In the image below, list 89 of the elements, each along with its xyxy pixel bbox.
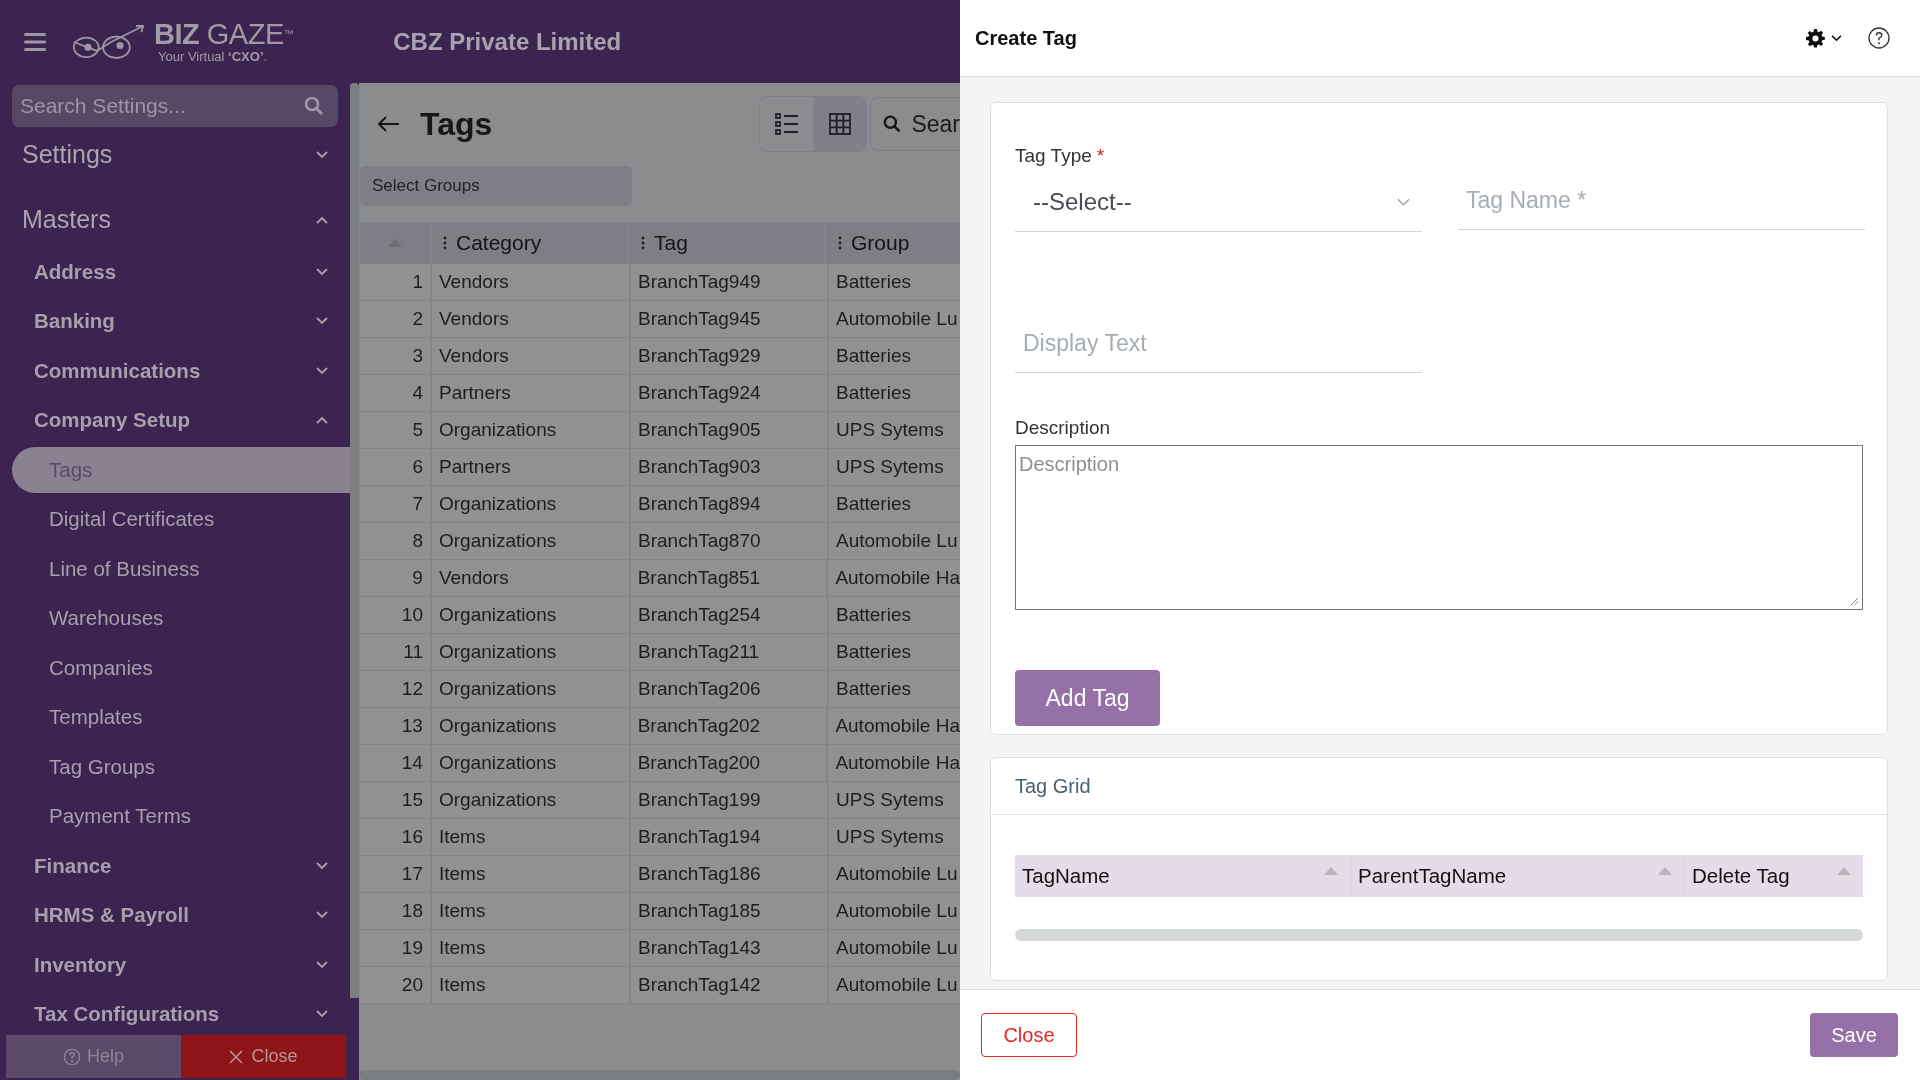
select-groups-field[interactable]: Select Groups (360, 166, 632, 206)
sidebar-section[interactable]: Settings (0, 127, 350, 182)
sidebar-item[interactable]: Warehouses (0, 593, 350, 643)
chevron-down-icon (316, 366, 328, 375)
row-number: 7 (411, 492, 424, 516)
settings-icon (1806, 28, 1825, 48)
row-number: 8 (411, 529, 424, 553)
sidebar-group[interactable]: Communications (0, 346, 350, 396)
row-number: 5 (411, 418, 424, 442)
drag-handle-icon[interactable] (838, 236, 842, 250)
search-field[interactable]: Search Settings... (12, 85, 338, 127)
drag-handle-icon[interactable] (443, 236, 447, 250)
chevron-down-icon (316, 861, 328, 870)
row-number: 20 (400, 973, 424, 997)
sidebar-group[interactable]: Banking (0, 296, 350, 346)
back-arrow-icon[interactable] (378, 116, 400, 132)
brand-name: BIZ GAZE$^{™}$ (154, 19, 294, 49)
row-number: 17 (400, 862, 424, 886)
row-number: 1 (411, 270, 424, 294)
company-name: CBZ Private Limited (393, 27, 622, 56)
sidebar-group[interactable]: HRMS & Payroll (0, 890, 350, 940)
chevron-down-icon (316, 960, 328, 969)
search-icon (883, 114, 902, 134)
sidebar-group[interactable]: Address (0, 247, 350, 297)
sidebar-item[interactable]: Templates (0, 692, 350, 742)
dialog-title: Create Tag (975, 26, 1077, 50)
row-number: 15 (400, 788, 424, 812)
close-button[interactable]: Close (181, 1035, 346, 1078)
sidebar-item[interactable]: Tag Groups (0, 742, 350, 792)
chevron-down-icon (1397, 198, 1410, 206)
chevron-down-icon (316, 150, 328, 159)
resize-handle-icon[interactable] (1850, 597, 1859, 606)
row-number: 2 (411, 307, 424, 331)
close-icon (229, 1049, 244, 1064)
row-number: 12 (400, 677, 424, 701)
row-number: 9 (411, 566, 424, 590)
sidebar-item[interactable]: Companies (0, 643, 350, 693)
menu-icon[interactable] (24, 32, 46, 51)
field-label: Description (1015, 417, 1112, 440)
chevron-down-icon (316, 1010, 328, 1019)
row-number: 14 (400, 751, 424, 775)
row-number: 16 (400, 825, 424, 849)
description-field[interactable]: Description (1015, 445, 1863, 610)
row-number: 13 (400, 714, 424, 738)
chevron-up-icon (316, 416, 328, 425)
grid-icon (828, 113, 851, 135)
sidebar-group[interactable]: Company Setup (0, 395, 350, 445)
table-cell: BranchTag142 (629, 967, 827, 1003)
row-number: 11 (402, 640, 424, 664)
list-icon (774, 113, 799, 135)
sidebar-group[interactable]: Finance (0, 841, 350, 891)
row-number: 6 (411, 455, 424, 479)
sidebar-item[interactable]: Payment Terms (0, 791, 350, 841)
chevron-down-icon (316, 317, 328, 326)
close-button[interactable]: Close (981, 1013, 1077, 1057)
column-header[interactable]: ParentTagName (1350, 855, 1684, 897)
tag-type-dropdown[interactable]: --Select-- (1015, 173, 1422, 232)
settings-button[interactable] (1806, 28, 1842, 48)
chevron-down-icon (316, 911, 328, 920)
row-number: 18 (400, 899, 424, 923)
field-label: Tag Type * (1015, 145, 1106, 168)
add-tag-button[interactable]: Add Tag (1015, 670, 1160, 726)
grid-view-button[interactable] (813, 97, 866, 151)
sidebar-item[interactable]: Digital Certificates (0, 494, 350, 544)
chevron-down-icon (1831, 34, 1842, 42)
table-cell: Items (430, 967, 629, 1003)
help-icon[interactable] (1868, 27, 1890, 49)
scrollbar[interactable] (350, 83, 359, 998)
chevron-down-icon (316, 267, 328, 276)
page-title: Tags (420, 105, 494, 143)
brand-tagline: Your Virtual ‘CXO’. (158, 49, 269, 64)
column-header[interactable]: Delete Tag (1684, 855, 1863, 897)
scrollbar[interactable] (359, 1070, 960, 1080)
scrollbar[interactable] (1015, 929, 1863, 941)
row-number: 19 (400, 936, 424, 960)
sidebar-section[interactable]: Masters (0, 192, 350, 247)
row-number: 3 (411, 344, 424, 368)
sidebar-item[interactable]: Line of Business (0, 544, 350, 594)
row-number: 4 (411, 381, 424, 405)
sidebar-group[interactable]: Inventory (0, 940, 350, 990)
chevron-up-icon (316, 215, 328, 224)
drag-handle-icon[interactable] (641, 236, 645, 250)
column-header[interactable]: TagName (1015, 855, 1350, 897)
search-icon (304, 96, 324, 116)
card-title: Tag Grid (991, 758, 1887, 815)
row-number: 10 (400, 603, 424, 627)
help-icon (63, 1047, 81, 1066)
save-button[interactable]: Save (1810, 1013, 1898, 1057)
required-mark: * (1096, 145, 1105, 166)
